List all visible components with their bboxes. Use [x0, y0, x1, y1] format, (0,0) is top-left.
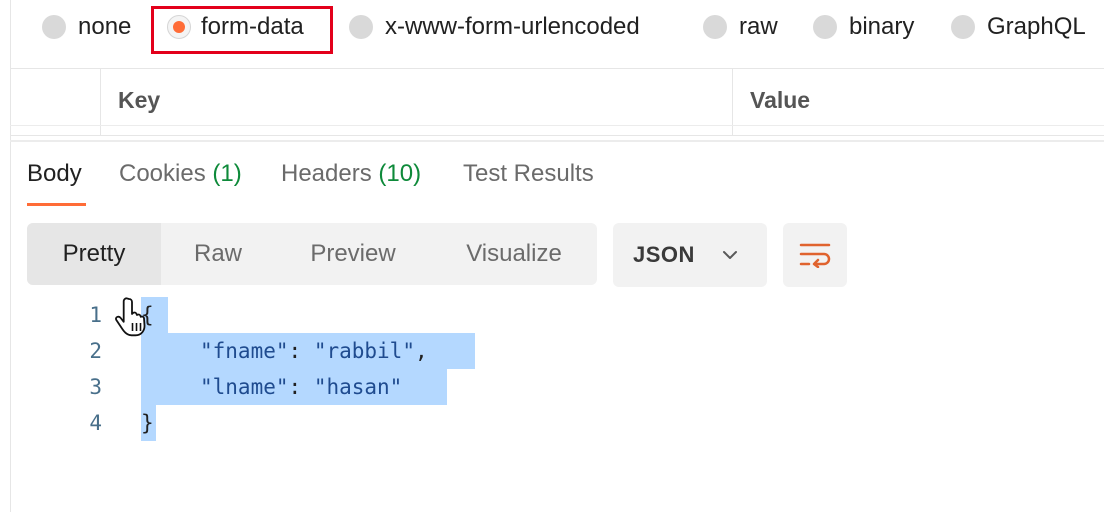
- tab-label: Test Results: [463, 160, 594, 187]
- table-row-divider: [10, 125, 1104, 126]
- radio-raw[interactable]: raw: [703, 10, 778, 44]
- column-header-key: Key: [118, 87, 161, 113]
- view-pretty-button[interactable]: Pretty: [27, 223, 161, 285]
- radio-none[interactable]: none: [42, 10, 131, 44]
- line-number: 2: [89, 339, 102, 363]
- radio-dot-icon: [349, 15, 373, 39]
- radio-label: none: [78, 13, 132, 40]
- hand-cursor-icon: [115, 297, 146, 337]
- tab-count-badge: (10): [378, 160, 422, 187]
- tab-body[interactable]: Body: [27, 160, 82, 188]
- column-header-value: Value: [750, 87, 811, 113]
- body-type-radio-group: none form-data x-www-form-urlencoded raw…: [0, 0, 1104, 56]
- line-number: 1: [89, 303, 102, 327]
- radio-graphql[interactable]: GraphQL: [951, 10, 1086, 44]
- chevron-down-icon: [723, 251, 737, 259]
- wrap-lines-icon: [799, 243, 831, 268]
- tab-headers[interactable]: Headers (10): [281, 160, 421, 188]
- view-mode-segmented-control: Pretty Raw Preview Visualize: [27, 223, 597, 285]
- code-close-brace: }: [141, 411, 154, 435]
- format-dropdown[interactable]: JSON: [613, 223, 767, 287]
- radio-label: GraphQL: [987, 13, 1086, 40]
- radio-x-www-form-urlencoded[interactable]: x-www-form-urlencoded: [349, 10, 640, 44]
- json-value: "hasan": [313, 375, 403, 399]
- form-data-params-table: Key Value: [10, 68, 1104, 136]
- json-comma: ,: [414, 339, 428, 363]
- radio-label: x-www-form-urlencoded: [385, 13, 640, 40]
- json-colon: :: [288, 339, 314, 363]
- tab-label: Body: [27, 160, 82, 187]
- radio-dot-icon: [703, 15, 727, 39]
- line-number: 4: [89, 411, 102, 435]
- view-raw-button[interactable]: Raw: [161, 223, 275, 285]
- response-pane-divider[interactable]: [10, 140, 1104, 142]
- tab-test-results[interactable]: Test Results: [463, 160, 594, 188]
- radio-dot-icon: [951, 15, 975, 39]
- view-preview-button[interactable]: Preview: [275, 223, 431, 285]
- code-line: "lname": "hasan": [200, 375, 402, 399]
- active-tab-indicator: [27, 203, 86, 206]
- tab-cookies[interactable]: Cookies (1): [119, 160, 242, 188]
- tab-count-badge: (1): [212, 160, 242, 187]
- code-line: "fname": "rabbil",: [200, 339, 428, 363]
- wrap-lines-button[interactable]: [783, 223, 847, 287]
- radio-label: raw: [739, 13, 778, 40]
- json-colon: :: [288, 375, 314, 399]
- annotation-highlight-box: [151, 6, 333, 54]
- json-key: "lname": [200, 375, 289, 399]
- json-value: "rabbil": [313, 339, 415, 363]
- radio-dot-icon: [813, 15, 837, 39]
- radio-dot-icon: [42, 15, 66, 39]
- view-visualize-button[interactable]: Visualize: [431, 223, 597, 285]
- radio-binary[interactable]: binary: [813, 10, 914, 44]
- tab-label: Headers: [281, 160, 372, 187]
- tab-label: Cookies: [119, 160, 206, 187]
- json-key: "fname": [200, 339, 289, 363]
- line-number: 3: [89, 375, 102, 399]
- format-selected-value: JSON: [633, 242, 695, 267]
- radio-label: binary: [849, 13, 915, 40]
